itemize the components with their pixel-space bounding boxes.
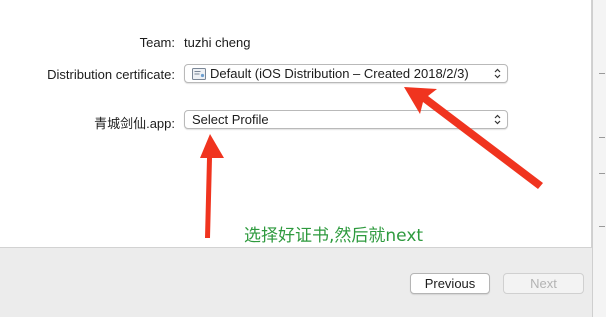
arrow-to-profile [200,134,224,238]
annotation-arrows [200,87,543,238]
annotation-note: 选择好证书,然后就next [244,226,424,246]
arrow-to-certificate [404,87,543,189]
